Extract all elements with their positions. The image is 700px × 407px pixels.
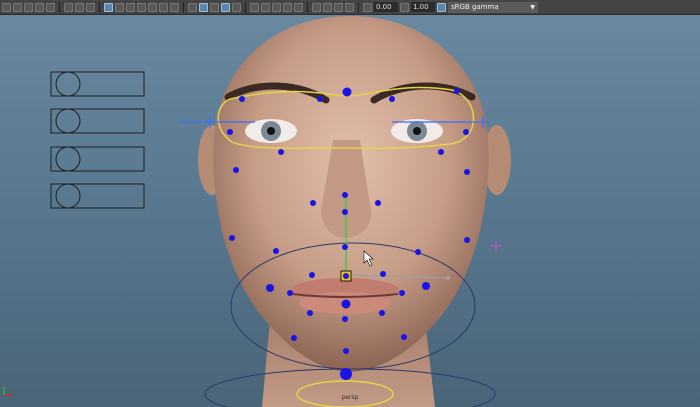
grease-pencil-icon[interactable] xyxy=(86,2,95,12)
control-slider-3[interactable] xyxy=(50,146,145,172)
viewport-toolbar: 0.00 1.00 sRGB gamma ▼ xyxy=(0,0,700,15)
scene-canvas[interactable] xyxy=(0,15,700,407)
left-pupil xyxy=(267,127,275,135)
image-plane-icon[interactable] xyxy=(46,2,55,12)
paint-icon[interactable] xyxy=(75,2,84,12)
lights-icon[interactable] xyxy=(232,2,241,12)
resolution-gate-icon[interactable] xyxy=(126,2,135,12)
color-management-icon[interactable] xyxy=(437,2,446,12)
shadows-icon[interactable] xyxy=(250,2,259,12)
slider-knob-1[interactable] xyxy=(55,71,81,97)
xray-active-icon[interactable] xyxy=(334,2,343,12)
bookmark-icon[interactable] xyxy=(35,2,44,12)
motion-blur-icon[interactable] xyxy=(272,2,281,12)
color-space-dropdown[interactable]: sRGB gamma ▼ xyxy=(448,1,538,13)
camera-label: persp xyxy=(341,394,359,401)
ambient-occlusion-icon[interactable] xyxy=(261,2,270,12)
xray-icon[interactable] xyxy=(323,2,332,12)
ui-slider-panels xyxy=(50,71,145,209)
safe-action-icon[interactable] xyxy=(159,2,168,12)
control-slider-4[interactable] xyxy=(50,183,145,209)
shaded-icon[interactable] xyxy=(199,2,208,12)
camera-attributes-icon[interactable] xyxy=(24,2,33,12)
maya-viewport[interactable]: 0.00 1.00 sRGB gamma ▼ persp xyxy=(0,0,700,407)
textured-icon[interactable] xyxy=(221,2,230,12)
right-pupil xyxy=(413,127,421,135)
xray-joints-icon[interactable] xyxy=(345,2,354,12)
slider-knob-3[interactable] xyxy=(55,146,81,172)
exposure-field[interactable]: 0.00 xyxy=(374,2,398,12)
wireframe-on-shaded-icon[interactable] xyxy=(210,2,219,12)
anti-alias-icon[interactable] xyxy=(283,2,292,12)
grid-icon[interactable] xyxy=(104,2,113,12)
lock-camera-icon[interactable] xyxy=(13,2,22,12)
gamma-icon[interactable] xyxy=(400,2,409,12)
safe-title-icon[interactable] xyxy=(170,2,179,12)
lasso-icon[interactable] xyxy=(64,2,73,12)
head-model[interactable] xyxy=(198,16,511,407)
control-slider-1[interactable] xyxy=(50,71,145,97)
film-gate-icon[interactable] xyxy=(115,2,124,12)
wireframe-icon[interactable] xyxy=(188,2,197,12)
chevron-down-icon: ▼ xyxy=(530,3,535,11)
exposure-icon[interactable] xyxy=(363,2,372,12)
control-slider-2[interactable] xyxy=(50,108,145,134)
depth-of-field-icon[interactable] xyxy=(294,2,303,12)
axis-indicator xyxy=(3,387,12,396)
slider-knob-2[interactable] xyxy=(55,108,81,134)
isolate-select-icon[interactable] xyxy=(312,2,321,12)
gate-mask-icon[interactable] xyxy=(137,2,146,12)
select-camera-icon[interactable] xyxy=(2,2,11,12)
gamma-field[interactable]: 1.00 xyxy=(411,2,435,12)
field-chart-icon[interactable] xyxy=(148,2,157,12)
slider-knob-4[interactable] xyxy=(55,183,81,209)
target-marker xyxy=(491,241,501,251)
